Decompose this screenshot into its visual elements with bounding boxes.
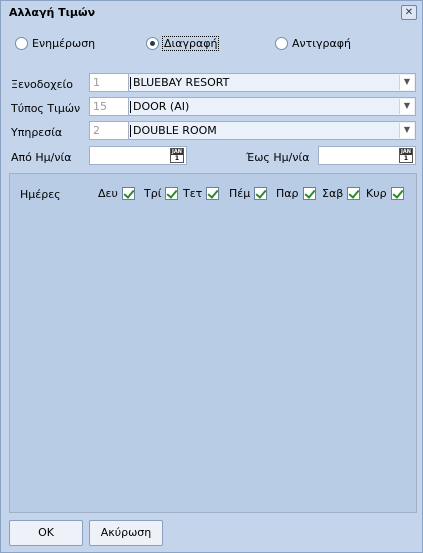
- calendar-icon-day: 1: [403, 155, 409, 162]
- day-mon-checkbox[interactable]: [121, 186, 135, 200]
- day-mon-label: Δευ: [98, 186, 118, 200]
- day-sun-label: Κυρ: [366, 186, 387, 200]
- day-tue[interactable]: Τρί: [144, 186, 179, 200]
- chevron-down-icon[interactable]: ▼: [399, 123, 414, 138]
- price-type-select-value: DOOR (AI): [133, 100, 190, 113]
- title-bar: Αλλαγή Τιμών ✕: [1, 1, 422, 25]
- hotel-code-field[interactable]: 1: [89, 73, 129, 92]
- day-tue-label: Τρί: [144, 186, 162, 200]
- service-code-field[interactable]: 2: [89, 121, 129, 140]
- radio-delete-circle[interactable]: [146, 36, 159, 50]
- calendar-icon[interactable]: JAN 1: [399, 148, 413, 163]
- days-panel: Ημέρες Δευ Τρί Τετ Πέμ Παρ Σαβ Κυρ: [9, 173, 417, 513]
- radio-delete-label: Διαγραφή: [161, 35, 220, 51]
- chevron-down-icon[interactable]: ▼: [399, 75, 414, 90]
- days-label: Ημέρες: [20, 188, 61, 201]
- close-button[interactable]: ✕: [401, 5, 417, 20]
- radio-copy[interactable]: Αντιγραφή: [275, 36, 351, 50]
- service-select[interactable]: DOUBLE ROOM ▼: [128, 121, 416, 140]
- day-mon[interactable]: Δευ: [98, 186, 135, 200]
- text-caret: [130, 125, 131, 137]
- cancel-button[interactable]: Ακύρωση: [89, 520, 163, 546]
- text-caret: [130, 101, 131, 113]
- radio-update-circle[interactable]: [15, 36, 28, 50]
- day-thu-label: Πέμ: [229, 186, 251, 200]
- day-fri-checkbox[interactable]: [302, 186, 316, 200]
- radio-delete[interactable]: Διαγραφή: [146, 35, 220, 51]
- calendar-icon[interactable]: JAN 1: [170, 148, 184, 163]
- date-to-field[interactable]: JAN 1: [318, 146, 416, 165]
- price-type-label: Τύπος Τιμών: [11, 102, 81, 115]
- day-sat-checkbox[interactable]: [347, 186, 361, 200]
- day-sun[interactable]: Κυρ: [366, 186, 404, 200]
- hotel-select[interactable]: BLUEBAY RESORT ▼: [128, 73, 416, 92]
- day-sat-label: Σαβ: [322, 186, 344, 200]
- day-tue-checkbox[interactable]: [165, 186, 179, 200]
- day-sat[interactable]: Σαβ: [322, 186, 361, 200]
- hotel-label: Ξενοδοχείο: [11, 78, 73, 91]
- day-fri-label: Παρ: [276, 186, 299, 200]
- text-caret: [130, 77, 131, 89]
- day-wed[interactable]: Τετ: [183, 186, 220, 200]
- price-type-code-field[interactable]: 15: [89, 97, 129, 116]
- date-to-label: Έως Ημ/νία: [246, 151, 310, 164]
- calendar-icon-day: 1: [174, 155, 180, 162]
- radio-update-label: Ενημέρωση: [32, 36, 96, 50]
- day-sun-checkbox[interactable]: [390, 186, 404, 200]
- day-thu[interactable]: Πέμ: [229, 186, 268, 200]
- hotel-select-value: BLUEBAY RESORT: [133, 76, 230, 89]
- service-select-value: DOUBLE ROOM: [133, 124, 217, 137]
- dialog-title: Αλλαγή Τιμών: [9, 6, 96, 19]
- date-from-field[interactable]: JAN 1: [89, 146, 187, 165]
- chevron-down-icon[interactable]: ▼: [399, 99, 414, 114]
- day-wed-label: Τετ: [183, 186, 203, 200]
- radio-copy-circle[interactable]: [275, 36, 288, 50]
- radio-update[interactable]: Ενημέρωση: [15, 36, 95, 50]
- dialog-window: Αλλαγή Τιμών ✕ Ενημέρωση Διαγραφή Αντιγρ…: [0, 0, 423, 553]
- day-wed-checkbox[interactable]: [206, 186, 220, 200]
- price-type-select[interactable]: DOOR (AI) ▼: [128, 97, 416, 116]
- ok-button[interactable]: OK: [9, 520, 83, 546]
- date-from-label: Από Ημ/νία: [11, 151, 72, 164]
- service-label: Υπηρεσία: [11, 126, 63, 139]
- radio-copy-label: Αντιγραφή: [292, 36, 351, 50]
- day-fri[interactable]: Παρ: [276, 186, 316, 200]
- day-thu-checkbox[interactable]: [254, 186, 268, 200]
